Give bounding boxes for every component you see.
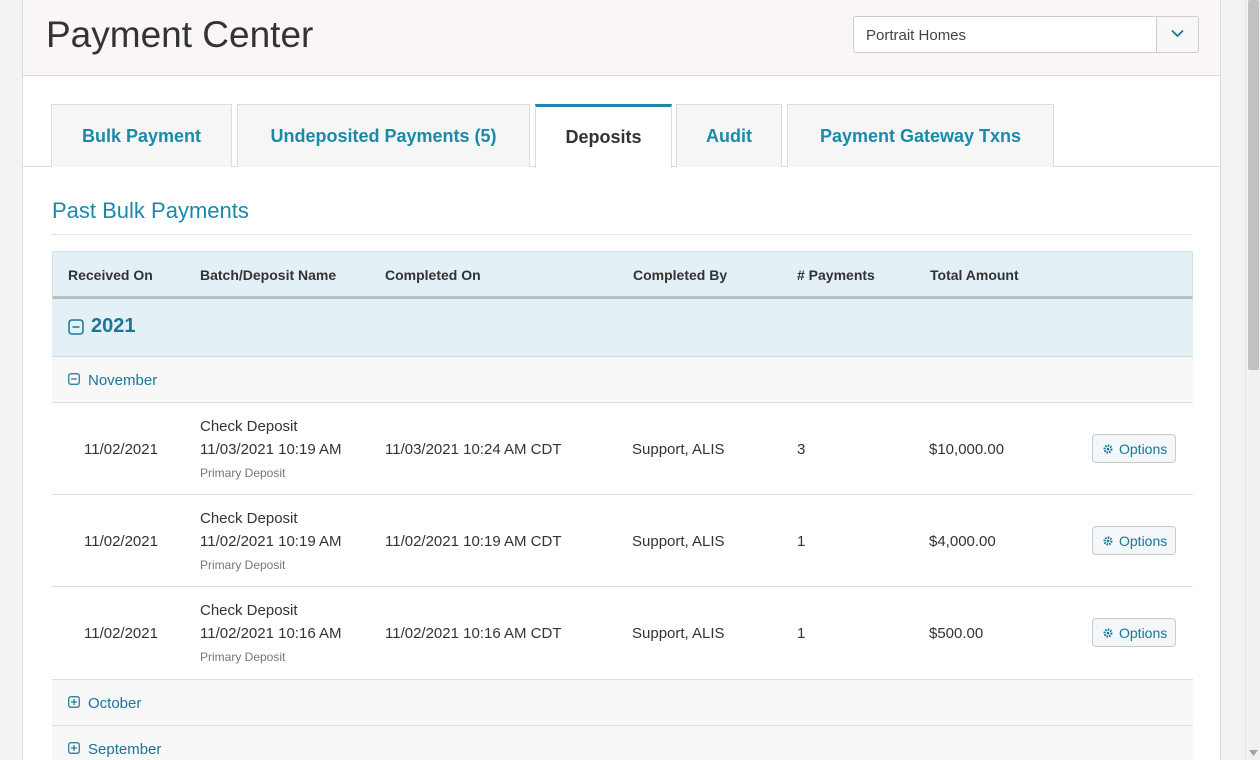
table-row: 11/02/2021 Check Deposit 11/02/2021 10:1… [52,495,1193,587]
tab-payment-gateway-txns[interactable]: Payment Gateway Txns [787,104,1054,167]
page-scrollbar[interactable] [1245,0,1260,760]
completed-by-cell: Support, ALIS [632,533,725,550]
month-group-row[interactable]: September [52,726,1193,760]
tab-undeposited-payments[interactable]: Undeposited Payments (5) [237,104,530,167]
completed-on-cell: 11/02/2021 10:16 AM CDT [385,625,562,642]
month-label: November [88,372,158,389]
received-on-cell: 11/02/2021 [84,533,158,550]
completed-on-cell: 11/03/2021 10:24 AM CDT [385,441,562,458]
table-row: 11/02/2021 Check Deposit 11/02/2021 10:1… [52,587,1193,680]
month-group-row[interactable]: November [52,357,1193,403]
month-group-row[interactable]: October [52,680,1193,726]
column-header-completed-on[interactable]: Completed On [385,267,481,283]
batch-name: Check Deposit [200,602,298,619]
tab-deposits[interactable]: Deposits [535,104,672,168]
page-title: Payment Center [46,14,314,55]
column-header-batch-name[interactable]: Batch/Deposit Name [200,267,336,283]
batch-date: 11/03/2021 10:19 AM [200,441,342,458]
year-group-row[interactable]: 2021 [52,299,1193,357]
bulk-payments-table: Received On Batch/Deposit Name Completed… [52,251,1193,760]
batch-note: Primary Deposit [200,466,286,480]
options-button-label: Options [1119,441,1168,457]
completed-by-cell: Support, ALIS [632,441,725,458]
section-title: Past Bulk Payments [52,198,249,223]
column-header-completed-by[interactable]: Completed By [633,267,727,283]
table-header: Received On Batch/Deposit Name Completed… [52,251,1193,299]
gear-icon [1103,444,1113,454]
options-button[interactable]: Options [1092,618,1176,647]
chevron-down-icon [1171,29,1184,38]
company-select[interactable]: Portrait Homes [853,16,1199,53]
minus-square-icon[interactable] [68,319,84,335]
page-header: Payment Center Portrait Homes [23,0,1220,76]
table-row: 11/02/2021 Check Deposit 11/03/2021 10:1… [52,403,1193,495]
batch-date: 11/02/2021 10:19 AM [200,533,342,550]
received-on-cell: 11/02/2021 [84,441,158,458]
column-header-total-amount[interactable]: Total Amount [930,267,1019,283]
batch-name: Check Deposit [200,418,298,435]
month-label: September [88,741,162,758]
options-button[interactable]: Options [1092,526,1176,555]
total-amount-cell: $10,000.00 [929,441,1005,458]
scroll-down-arrow-icon[interactable] [1249,750,1258,756]
payments-count-cell: 1 [797,533,806,550]
year-label: 2021 [91,315,136,337]
options-button[interactable]: Options [1092,434,1176,463]
column-header-payments[interactable]: # Payments [797,267,875,283]
tab-audit[interactable]: Audit [676,104,782,167]
batch-note: Primary Deposit [200,650,286,664]
main-panel: Payment Center Portrait Homes Bulk Payme… [22,0,1221,760]
column-header-received-on[interactable]: Received On [68,267,153,283]
gear-icon [1103,628,1113,638]
scrollbar-thumb[interactable] [1248,0,1259,370]
tab-bar: Bulk Payment Undeposited Payments (5) De… [23,104,1220,168]
payments-count-cell: 3 [797,441,806,458]
batch-date: 11/02/2021 10:16 AM [200,625,342,642]
gear-icon [1103,536,1113,546]
plus-square-icon[interactable] [68,696,80,708]
section-divider [52,234,1192,235]
tab-bulk-payment[interactable]: Bulk Payment [51,104,232,167]
total-amount-cell: $4,000.00 [929,533,996,550]
company-select-toggle[interactable] [1156,17,1198,52]
batch-note: Primary Deposit [200,558,286,572]
company-select-value: Portrait Homes [866,27,967,44]
minus-square-icon[interactable] [68,373,80,385]
completed-by-cell: Support, ALIS [632,625,725,642]
payments-count-cell: 1 [797,625,806,642]
month-label: October [88,695,142,712]
completed-on-cell: 11/02/2021 10:19 AM CDT [385,533,562,550]
plus-square-icon[interactable] [68,742,80,754]
batch-name: Check Deposit [200,510,298,527]
options-button-label: Options [1119,533,1168,549]
total-amount-cell: $500.00 [929,625,984,642]
options-button-label: Options [1119,625,1168,641]
received-on-cell: 11/02/2021 [84,625,158,642]
